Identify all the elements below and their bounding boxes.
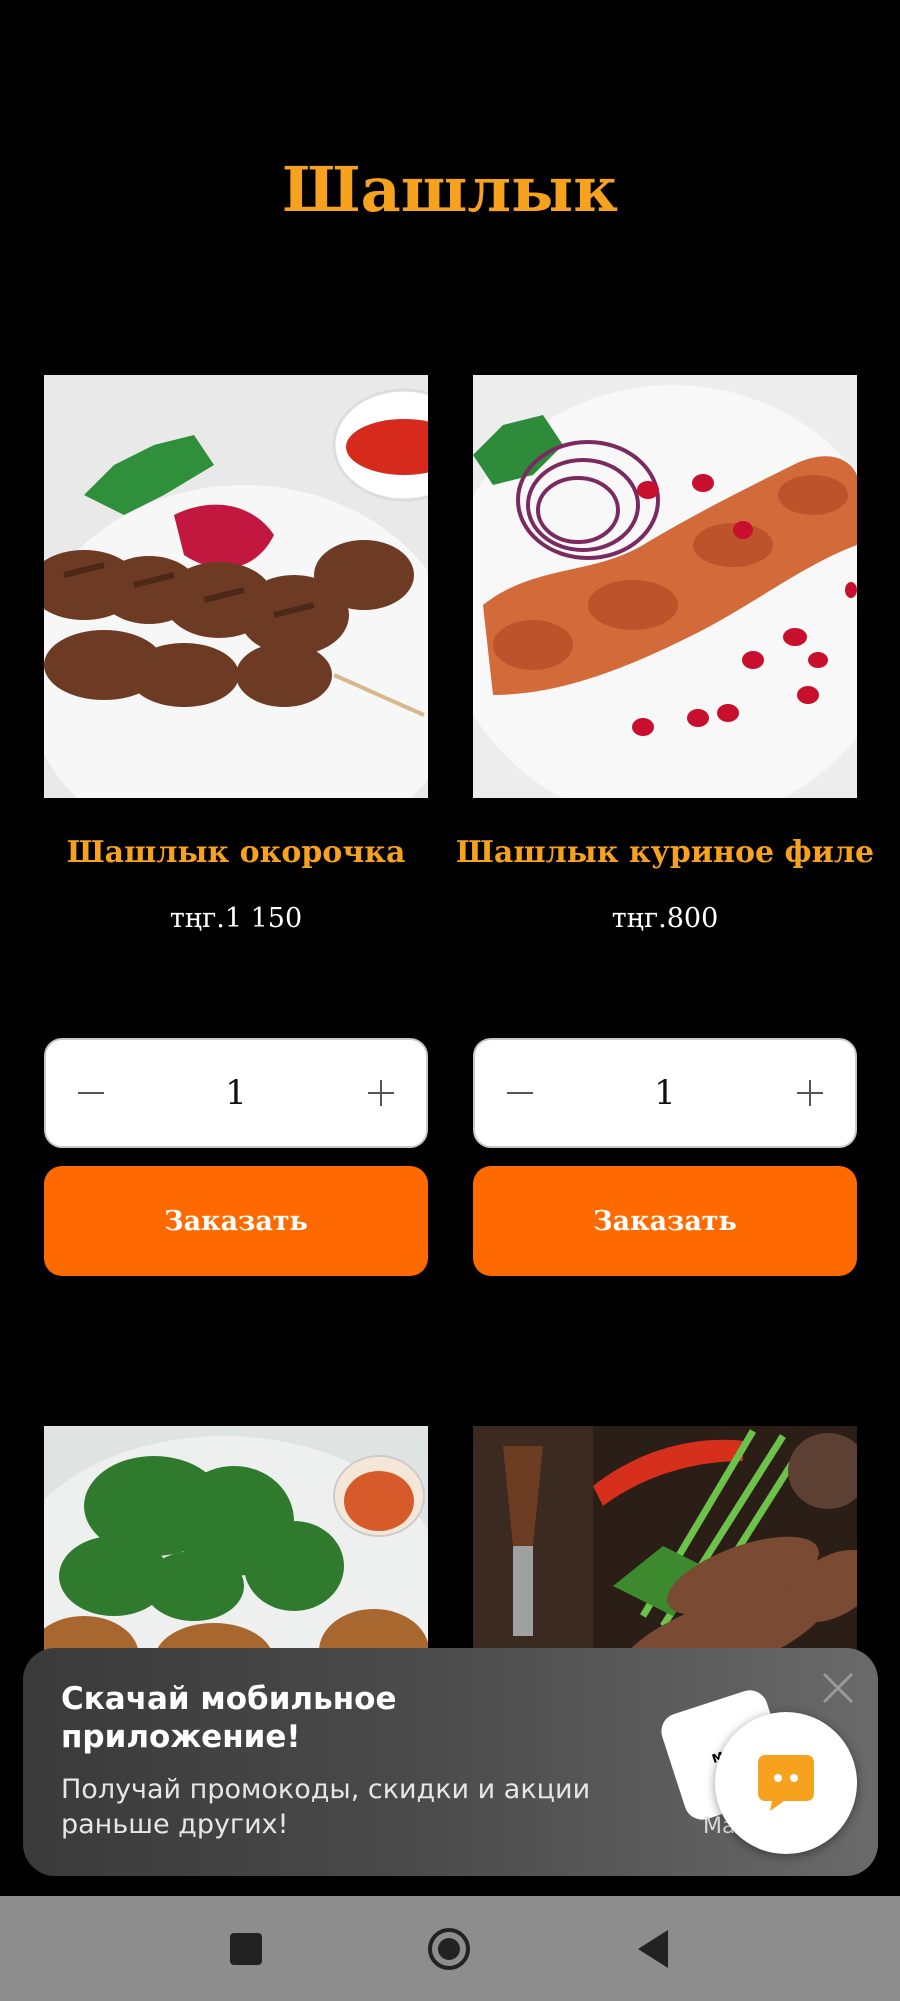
minus-icon — [78, 1092, 104, 1094]
product-photo[interactable] — [44, 375, 428, 798]
product-photo[interactable] — [44, 1426, 428, 1676]
minus-icon — [507, 1092, 533, 1094]
increase-button[interactable] — [765, 1040, 855, 1146]
circle-icon — [428, 1928, 470, 1970]
plus-icon — [797, 1080, 823, 1106]
order-button[interactable]: Заказать — [44, 1166, 428, 1276]
product-price: тңг.800 — [611, 903, 719, 934]
decrease-button[interactable] — [475, 1040, 565, 1146]
page-title: Шашлык — [281, 153, 619, 226]
quantity-stepper: 1 — [473, 1038, 857, 1148]
quantity-stepper: 1 — [44, 1038, 428, 1148]
banner-close-button[interactable] — [816, 1666, 860, 1710]
product-photo[interactable] — [473, 1426, 857, 1676]
quantity-value[interactable]: 1 — [565, 1040, 765, 1146]
chat-button[interactable] — [715, 1712, 857, 1854]
product-price: тңг.1 150 — [169, 903, 303, 934]
close-icon — [822, 1672, 854, 1704]
system-navigation-bar — [0, 1896, 900, 2001]
banner-title: Скачай мобильное приложение! — [61, 1681, 397, 1755]
recents-button[interactable] — [221, 1924, 271, 1974]
back-button[interactable] — [628, 1924, 678, 1974]
square-icon — [230, 1933, 262, 1965]
product-photo[interactable] — [473, 375, 857, 798]
product-name[interactable]: Шашлык куриное филе — [453, 835, 877, 870]
quantity-value[interactable]: 1 — [136, 1040, 336, 1146]
banner-text: Получай промокоды, скидки и акции раньше… — [61, 1774, 591, 1840]
plus-icon — [368, 1080, 394, 1106]
chat-icon — [758, 1755, 814, 1811]
increase-button[interactable] — [336, 1040, 426, 1146]
product-name[interactable]: Шашлык окорочка — [24, 835, 448, 870]
home-button[interactable] — [424, 1924, 474, 1974]
order-button[interactable]: Заказать — [473, 1166, 857, 1276]
triangle-back-icon — [638, 1930, 668, 1968]
decrease-button[interactable] — [46, 1040, 136, 1146]
